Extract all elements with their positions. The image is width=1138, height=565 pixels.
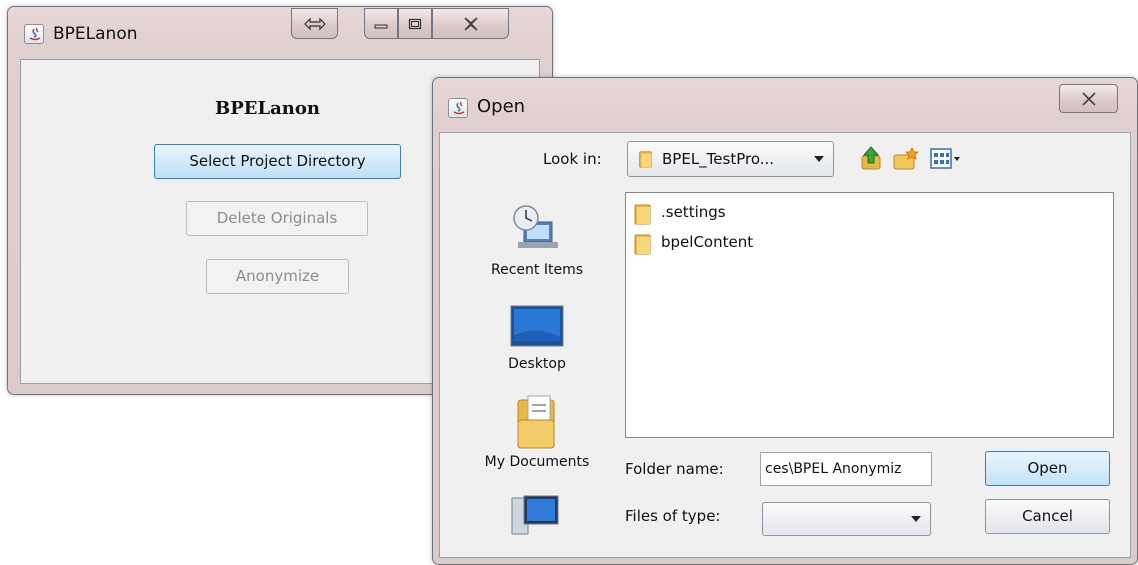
double-arrow-icon xyxy=(303,17,326,30)
resize-button[interactable] xyxy=(291,8,338,39)
anonymize-button[interactable]: Anonymize xyxy=(206,259,349,294)
window-title: BPELanon xyxy=(53,24,138,44)
up-one-level-icon[interactable] xyxy=(858,144,884,172)
chevron-down-icon xyxy=(911,516,921,522)
place-my-documents[interactable]: My Documents xyxy=(470,390,604,478)
file-name: .settings xyxy=(661,203,726,221)
place-desktop[interactable]: Desktop xyxy=(470,298,604,388)
title-bar[interactable]: BPELanon xyxy=(8,7,552,59)
minimize-button[interactable] xyxy=(364,8,398,39)
place-computer[interactable] xyxy=(470,490,604,544)
folder-icon xyxy=(634,234,651,255)
file-name: bpelContent xyxy=(661,233,754,251)
place-label: My Documents xyxy=(484,454,590,470)
computer-icon xyxy=(511,495,559,535)
files-of-type-label: Files of type: xyxy=(625,507,721,525)
folder-name-field[interactable]: ces\BPEL Anonymiz xyxy=(760,452,932,486)
dialog-title: Open xyxy=(477,96,526,117)
recent-items-icon xyxy=(513,205,558,248)
close-icon xyxy=(463,16,478,31)
folder-name-label: Folder name: xyxy=(625,460,724,478)
java-icon xyxy=(448,98,468,118)
create-new-folder-icon[interactable] xyxy=(892,146,920,172)
place-label: Recent Items xyxy=(491,262,583,278)
maximize-icon xyxy=(408,18,422,29)
close-button[interactable] xyxy=(432,8,509,39)
select-project-directory-button[interactable]: Select Project Directory xyxy=(154,144,401,179)
maximize-button[interactable] xyxy=(398,8,432,39)
place-label: Desktop xyxy=(508,356,566,372)
app-heading: BPELanon xyxy=(215,98,320,119)
view-menu-icon[interactable] xyxy=(930,148,962,170)
close-icon xyxy=(1081,91,1096,106)
look-in-combo[interactable]: BPEL_TestPro... xyxy=(627,141,834,177)
look-in-label: Look in: xyxy=(543,150,602,168)
desktop-icon xyxy=(510,305,564,347)
file-list[interactable]: .settings bpelContent xyxy=(625,192,1114,438)
place-recent-items[interactable]: Recent Items xyxy=(470,192,604,288)
my-documents-icon xyxy=(517,395,555,449)
places-bar: Recent Items Desktop My Documents xyxy=(470,192,604,544)
chevron-down-icon xyxy=(814,156,824,162)
dialog-close-button[interactable] xyxy=(1059,84,1118,113)
delete-originals-button[interactable]: Delete Originals xyxy=(186,201,368,236)
cancel-button[interactable]: Cancel xyxy=(985,499,1110,534)
java-icon xyxy=(24,24,44,44)
folder-icon xyxy=(639,151,652,168)
folder-icon xyxy=(634,204,651,225)
look-in-value: BPEL_TestPro... xyxy=(662,150,775,168)
dialog-title-bar[interactable]: Open xyxy=(433,78,1137,130)
files-of-type-combo[interactable] xyxy=(762,502,931,536)
minimize-icon xyxy=(374,24,388,28)
open-button[interactable]: Open xyxy=(985,451,1110,486)
